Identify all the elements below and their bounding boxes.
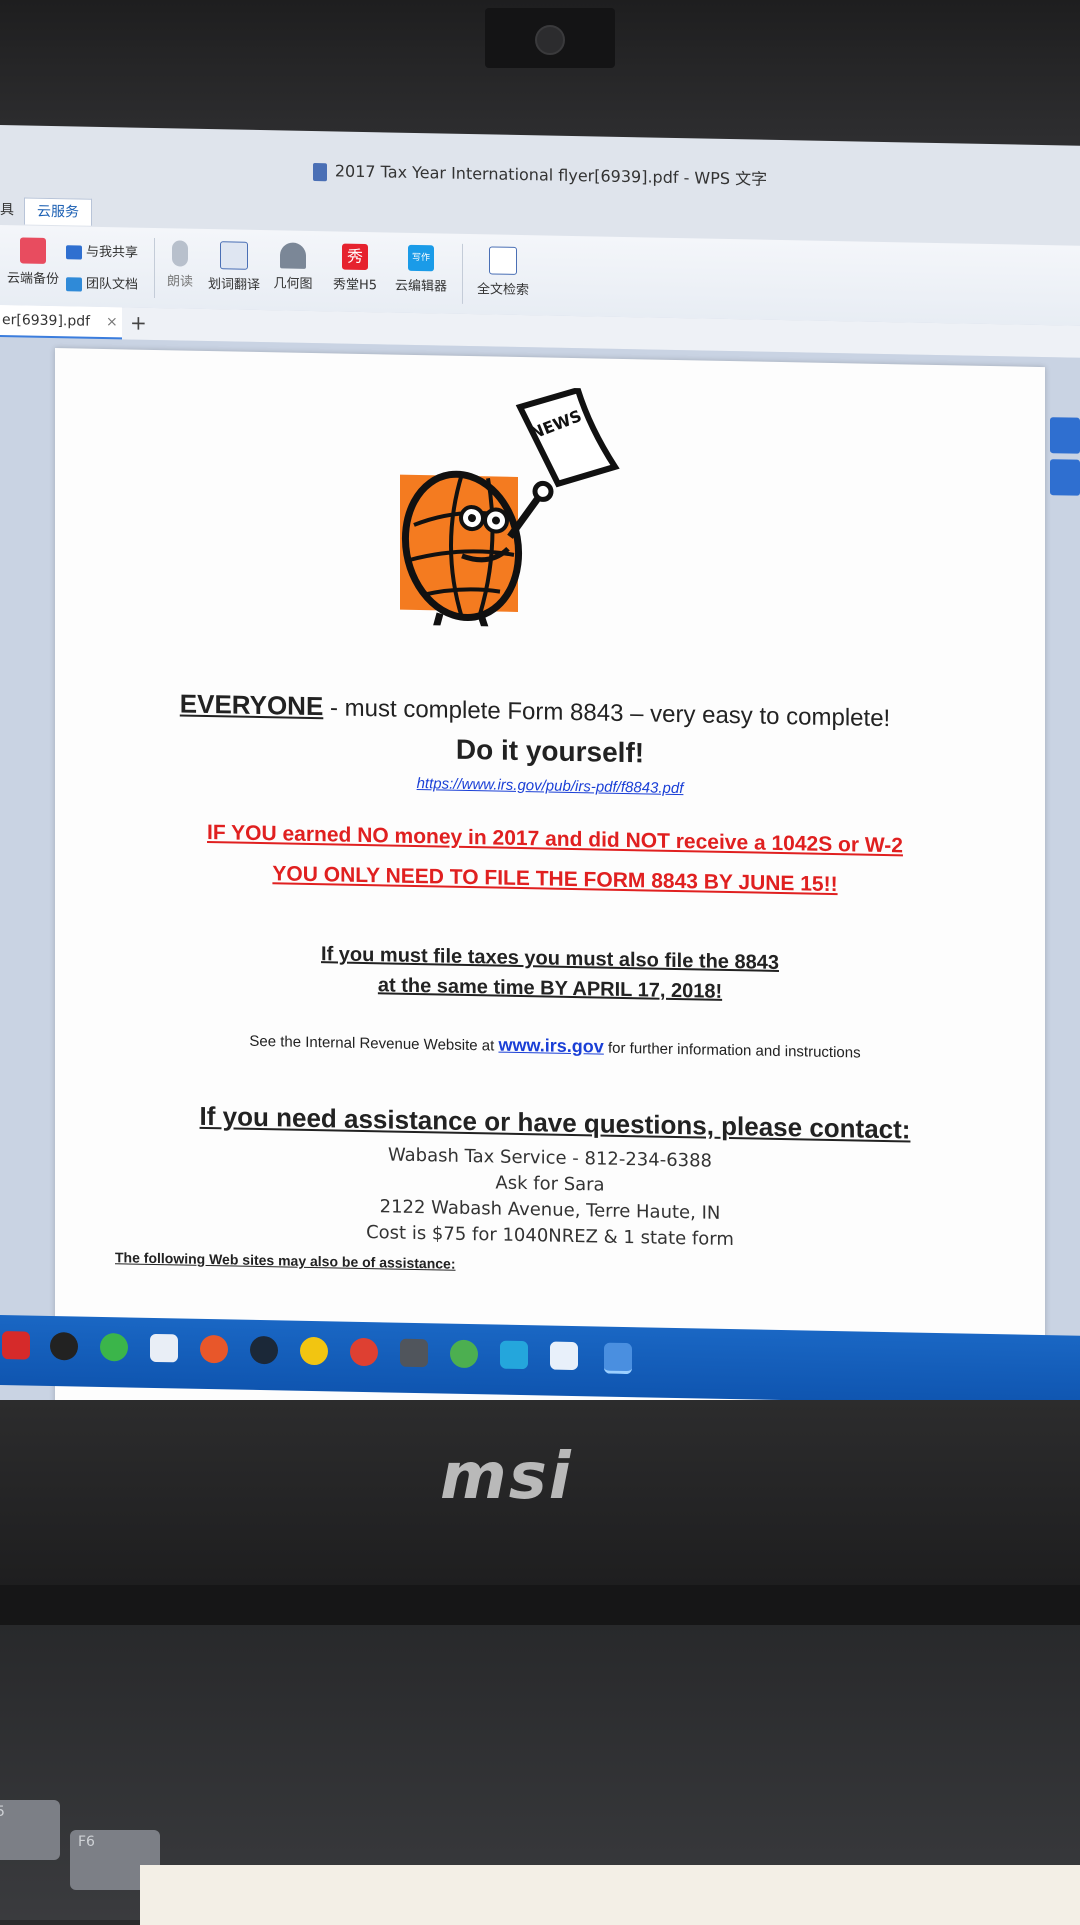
tab-tools[interactable]: 具 (0, 197, 14, 223)
search-document-icon (489, 246, 517, 275)
chrome-icon[interactable] (350, 1337, 378, 1367)
team-docs-label: 团队文档 (86, 276, 139, 293)
window-titlebar: 2017 Tax Year International flyer[6939].… (0, 145, 1080, 206)
document-tab-label: er[6939].pdf (2, 312, 91, 330)
document-page: NEWS EVERYONE - must complete Form 8843 … (55, 348, 1045, 1428)
geometry-button[interactable]: 几何图 (270, 242, 316, 292)
screen: 2017 Tax Year International flyer[6939].… (0, 125, 1080, 1476)
cloud-backup-button[interactable]: 云端备份 (4, 237, 62, 287)
assistance-heading: If you need assistance or have questions… (199, 1100, 911, 1145)
laptop-hinge (0, 1585, 1080, 1625)
document-workspace: NEWS EVERYONE - must complete Form 8843 … (0, 337, 1080, 1476)
wechat-icon[interactable] (100, 1332, 128, 1362)
cloud-editor-icon: 写作 (408, 244, 434, 272)
geometry-icon (280, 242, 306, 269)
close-tab-icon[interactable]: × (106, 307, 118, 337)
read-aloud-button[interactable]: 朗读 (162, 240, 198, 290)
cloud-editor-button[interactable]: 写作 云编辑器 (390, 244, 452, 295)
irs-website-link[interactable]: www.irs.gov (498, 1035, 603, 1057)
cloud-editor-label: 云编辑器 (394, 278, 447, 295)
baidu-netdisk-icon[interactable] (150, 1333, 178, 1363)
tab-cloud-services[interactable]: 云服务 (24, 197, 92, 226)
see-irs-prefix: See the Internal Revenue Website at (249, 1032, 495, 1055)
flyer-content: NEWS EVERYONE - must complete Form 8843 … (55, 348, 1045, 1427)
news-mascot-image: NEWS (400, 386, 620, 630)
mascot-hand (532, 480, 554, 502)
app-icon-p[interactable] (500, 1340, 528, 1370)
showtang-label: 秀堂H5 (332, 277, 378, 294)
team-docs-button[interactable]: 团队文档 (66, 272, 139, 293)
fulltext-search-button[interactable]: 全文检索 (470, 246, 536, 298)
app-icon-yellow[interactable] (300, 1336, 328, 1366)
app-icon-red[interactable] (2, 1331, 30, 1360)
warning-line-1: IF YOU earned NO money in 2017 and did N… (207, 820, 903, 858)
everyone-label: EVERYONE (179, 688, 324, 722)
webcam-icon (535, 25, 565, 55)
f5-key[interactable]: F5 (0, 1800, 60, 1860)
team-icon (66, 276, 82, 292)
browser-icon[interactable] (200, 1334, 228, 1364)
wps-document-icon (312, 162, 327, 181)
cloud-backup-icon (20, 237, 46, 264)
see-irs-line: See the Internal Revenue Website at www.… (95, 1027, 1015, 1066)
ribbon-separator (462, 243, 463, 304)
translate-icon (220, 241, 248, 270)
fulltext-search-label: 全文检索 (476, 282, 529, 299)
cloud-backup-label: 云端备份 (6, 271, 59, 288)
following-sites-text: The following Web sites may also be of a… (115, 1249, 456, 1272)
qq-icon[interactable] (50, 1331, 78, 1361)
translate-button[interactable]: 划词翻译 (204, 241, 264, 293)
share-with-me-button[interactable]: 与我共享 (66, 240, 139, 261)
see-irs-suffix: for further information and instructions (607, 1039, 861, 1062)
showtang-icon: 秀 (342, 243, 368, 271)
everyone-text: must complete Form 8843 – very easy to c… (344, 694, 891, 733)
paper-sheet (140, 1865, 1080, 1925)
window-title: 2017 Tax Year International flyer[6939].… (334, 161, 768, 189)
side-tool-icon[interactable] (1050, 417, 1080, 454)
ribbon-separator (154, 237, 155, 298)
everyone-line: EVERYONE - must complete Form 8843 – ver… (115, 687, 955, 734)
msi-logo: msi (440, 1440, 573, 1514)
read-aloud-label: 朗读 (166, 274, 193, 290)
share-with-me-label: 与我共享 (86, 244, 139, 261)
steam-icon[interactable] (250, 1335, 278, 1365)
translate-label: 划词翻译 (207, 276, 260, 293)
geometry-label: 几何图 (273, 276, 313, 293)
new-tab-button[interactable]: + (130, 307, 147, 337)
document-tab[interactable]: er[6939].pdf (0, 305, 122, 341)
microphone-icon (172, 240, 188, 267)
app-icon-flag[interactable] (550, 1341, 578, 1371)
game-shield-icon[interactable] (400, 1338, 428, 1368)
app-icon-green[interactable] (450, 1339, 478, 1369)
warning-line-2: YOU ONLY NEED TO FILE THE FORM 8843 BY J… (272, 862, 838, 897)
everyone-separator: - (329, 694, 338, 722)
showtang-button[interactable]: 秀 秀堂H5 (330, 243, 380, 293)
wps-writer-icon[interactable] (604, 1342, 632, 1375)
pdf-convert-icon[interactable] (1050, 459, 1080, 496)
share-icon (66, 244, 82, 260)
do-it-yourself-heading: Do it yourself! (455, 733, 645, 769)
